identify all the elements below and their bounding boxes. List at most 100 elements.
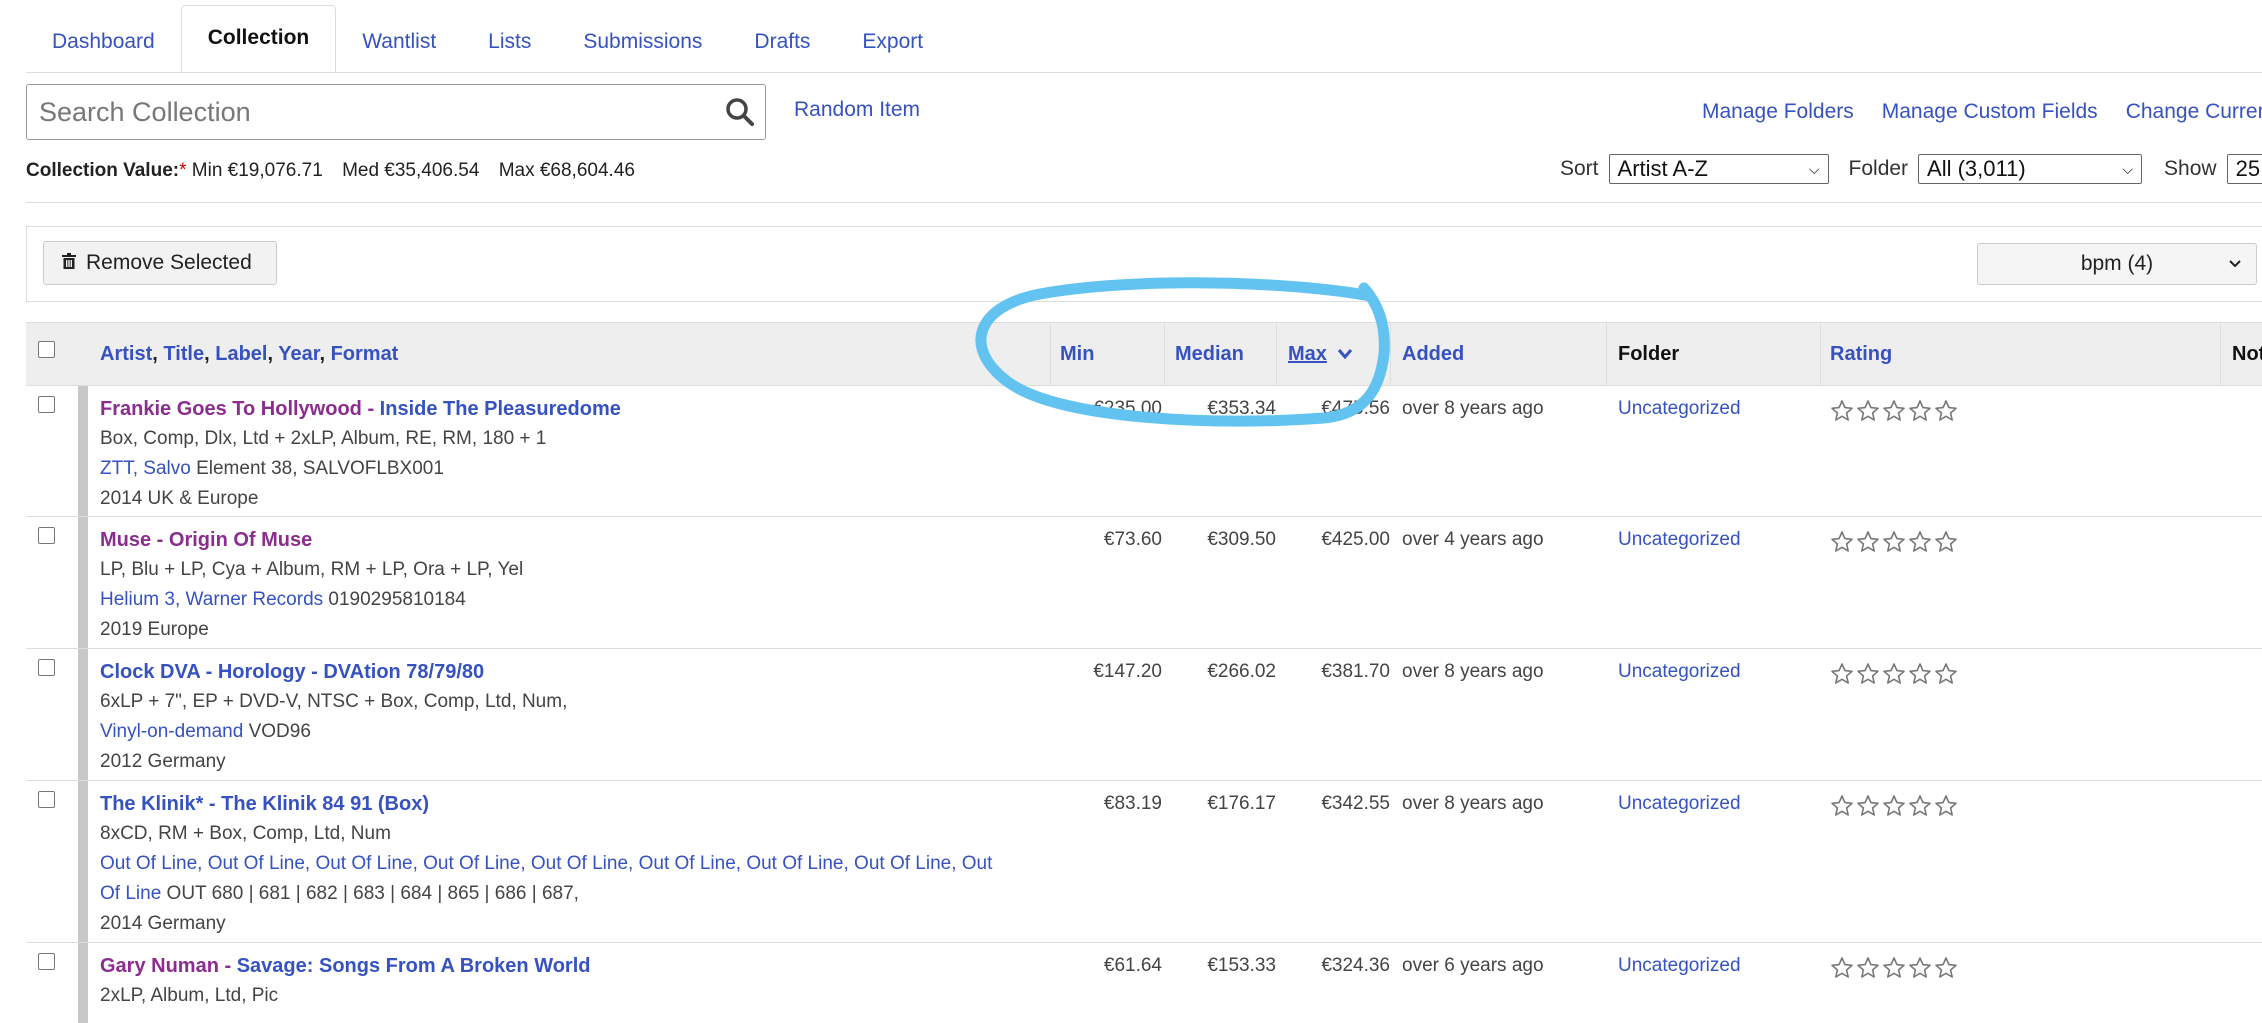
collection-value-asterisk[interactable]: * — [179, 160, 186, 181]
rating-stars[interactable] — [1830, 662, 1958, 691]
star-icon[interactable] — [1882, 530, 1906, 559]
collection-value-min: Min €19,076.71 — [191, 160, 323, 181]
column-divider — [1390, 323, 1391, 385]
tab-drafts[interactable]: Drafts — [728, 12, 836, 72]
row-checkbox[interactable] — [38, 527, 55, 544]
star-icon[interactable] — [1856, 794, 1880, 823]
sort-label-link[interactable]: Label — [215, 343, 267, 365]
max-value: €342.55 — [1321, 793, 1390, 814]
sort-select[interactable]: Artist A-Z ⌵ — [1608, 154, 1829, 184]
sort-rating-link[interactable]: Rating — [1830, 323, 1892, 385]
tab-lists[interactable]: Lists — [462, 12, 557, 72]
star-icon[interactable] — [1856, 956, 1880, 985]
show-select[interactable]: 25 — [2226, 154, 2262, 184]
star-icon[interactable] — [1856, 662, 1880, 691]
artist-link[interactable]: The Klinik* — [100, 793, 203, 815]
sort-title-link[interactable]: Title — [163, 343, 204, 365]
folder-link[interactable]: Uncategorized — [1618, 525, 1741, 555]
select-all-checkbox[interactable] — [38, 341, 55, 358]
sort-controls: Sort Artist A-Z ⌵ Folder All (3,011) ⌵ S… — [1560, 154, 2262, 184]
label-link[interactable]: Vinyl-on-demand — [100, 721, 243, 742]
star-icon[interactable] — [1830, 662, 1854, 691]
star-icon[interactable] — [1882, 956, 1906, 985]
row-checkbox[interactable] — [38, 396, 55, 413]
star-icon[interactable] — [1934, 956, 1958, 985]
release-title-link[interactable]: Origin Of Muse — [169, 529, 312, 551]
sort-year-link[interactable]: Year — [278, 343, 319, 365]
star-icon[interactable] — [1856, 530, 1880, 559]
random-item-link[interactable]: Random Item — [794, 98, 920, 122]
row-checkbox[interactable] — [38, 791, 55, 808]
star-icon[interactable] — [1908, 794, 1932, 823]
label-link[interactable]: Out Of Line, Out Of Line, Out Of Line, O… — [100, 853, 992, 874]
label-link[interactable]: Of Line — [100, 883, 161, 904]
rating-stars[interactable] — [1830, 399, 1958, 428]
folder-select[interactable]: All (3,011) ⌵ — [1918, 154, 2143, 184]
label-link[interactable]: ZTT, Salvo — [100, 458, 191, 479]
star-icon[interactable] — [1908, 662, 1932, 691]
release-title-link[interactable]: The Klinik 84 91 (Box) — [221, 793, 429, 815]
folder-link[interactable]: Uncategorized — [1618, 657, 1741, 687]
star-icon[interactable] — [1882, 662, 1906, 691]
collection-tools: Manage Folders Manage Custom Fields Chan… — [1702, 100, 2262, 124]
star-icon[interactable] — [1830, 530, 1854, 559]
release-title-link[interactable]: Horology - DVAtion 78/79/80 — [218, 661, 484, 683]
star-icon[interactable] — [1934, 399, 1958, 428]
search-input[interactable] — [37, 85, 701, 139]
star-icon[interactable] — [1830, 794, 1854, 823]
artist-link[interactable]: Gary Numan — [100, 955, 219, 977]
sort-added-link[interactable]: Added — [1402, 323, 1464, 385]
min-value: €61.64 — [1103, 955, 1162, 976]
max-value: €475.56 — [1321, 398, 1390, 419]
row-checkbox[interactable] — [38, 953, 55, 970]
label-link[interactable]: Helium 3, Warner Records — [100, 589, 323, 610]
tab-dashboard[interactable]: Dashboard — [26, 12, 181, 72]
artist-link[interactable]: Muse — [100, 529, 151, 551]
tab-export[interactable]: Export — [836, 12, 949, 72]
tab-wantlist[interactable]: Wantlist — [336, 12, 462, 72]
rating-stars[interactable] — [1830, 530, 1958, 559]
tab-submissions[interactable]: Submissions — [557, 12, 728, 72]
star-icon[interactable] — [1882, 794, 1906, 823]
star-icon[interactable] — [1856, 399, 1880, 428]
star-icon[interactable] — [1908, 956, 1932, 985]
remove-selected-button[interactable]: Remove Selected — [43, 241, 277, 285]
sort-format-link[interactable]: Format — [331, 343, 399, 365]
release-year-country: 2012 Germany — [100, 751, 226, 772]
folder-link[interactable]: Uncategorized — [1618, 789, 1741, 819]
star-icon[interactable] — [1908, 530, 1932, 559]
rating-stars[interactable] — [1830, 794, 1958, 823]
sort-median-link[interactable]: Median — [1175, 323, 1244, 385]
row-checkbox[interactable] — [38, 659, 55, 676]
release-title-link[interactable]: Inside The Pleasuredome — [380, 398, 621, 420]
collection-value-label: Collection Value: — [26, 160, 180, 181]
star-icon[interactable] — [1934, 662, 1958, 691]
change-currency-link[interactable]: Change Currenc — [2126, 100, 2262, 124]
action-bar: Remove Selected bpm (4) — [26, 226, 2262, 302]
sort-artist-link[interactable]: Artist — [100, 343, 152, 365]
median-value: €153.33 — [1207, 955, 1276, 976]
sort-max-header[interactable]: Max — [1288, 323, 1354, 385]
bpm-select[interactable]: bpm (4) — [1977, 243, 2257, 285]
star-icon[interactable] — [1830, 956, 1854, 985]
artist-link[interactable]: Clock DVA — [100, 661, 200, 683]
star-icon[interactable] — [1934, 530, 1958, 559]
sort-min-link[interactable]: Min — [1060, 323, 1094, 385]
star-icon[interactable] — [1882, 399, 1906, 428]
search-icon[interactable] — [725, 97, 755, 132]
tab-collection[interactable]: Collection — [180, 5, 337, 72]
manage-custom-fields-link[interactable]: Manage Custom Fields — [1882, 100, 2098, 124]
folder-link[interactable]: Uncategorized — [1618, 951, 1741, 981]
manage-folders-link[interactable]: Manage Folders — [1702, 100, 1854, 124]
folder-link[interactable]: Uncategorized — [1618, 394, 1741, 424]
star-icon[interactable] — [1934, 794, 1958, 823]
star-icon[interactable] — [1830, 399, 1854, 428]
sort-label: Sort — [1560, 157, 1599, 180]
rating-stars[interactable] — [1830, 956, 1958, 985]
star-icon[interactable] — [1908, 399, 1932, 428]
sort-max-link[interactable]: Max — [1288, 343, 1327, 365]
release-year-country: 2014 UK & Europe — [100, 488, 259, 509]
release-title-link[interactable]: Savage: Songs From A Broken World — [237, 955, 591, 977]
artist-link[interactable]: Frankie Goes To Hollywood — [100, 398, 362, 420]
collection-value-med: Med €35,406.54 — [342, 160, 480, 181]
